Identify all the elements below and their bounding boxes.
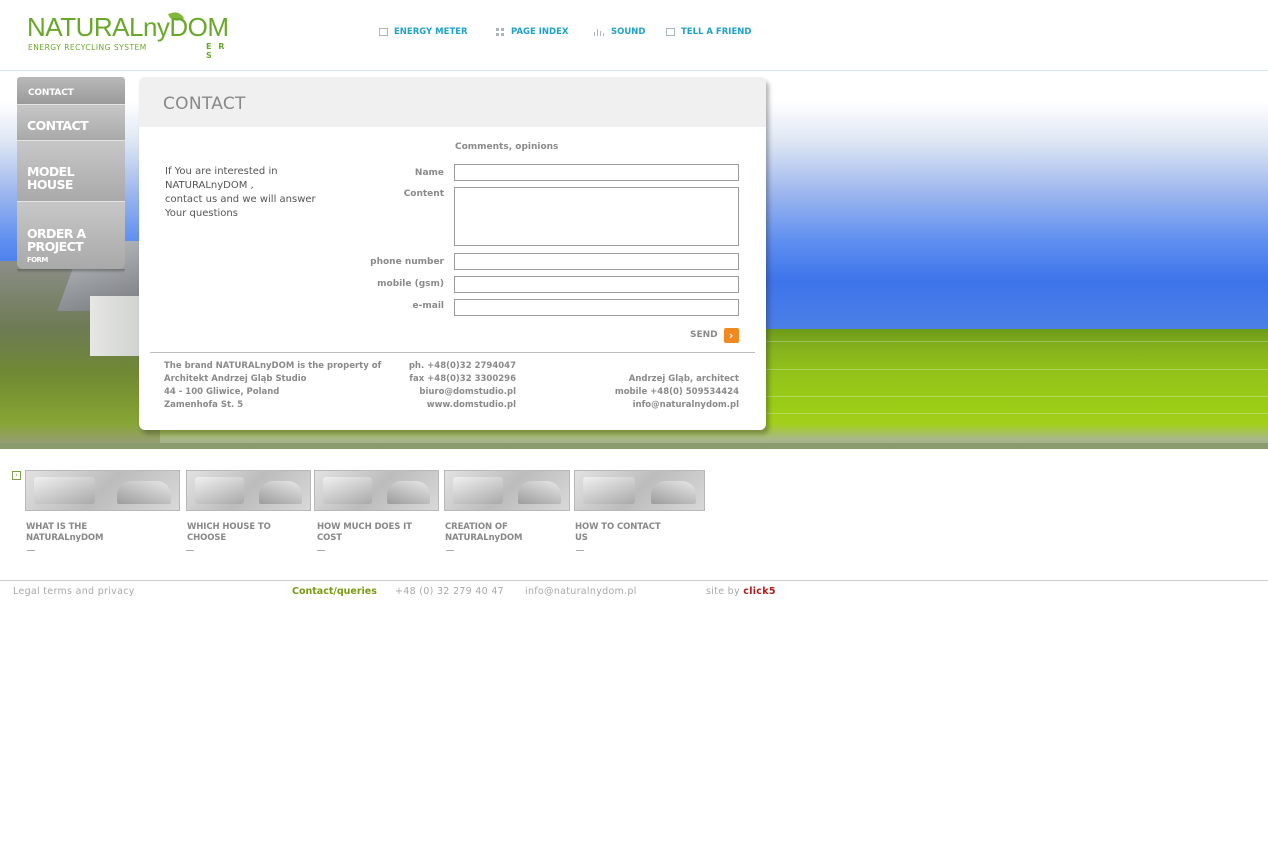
thumb-label: CREATION OF NATURALnyDOM — [445, 522, 523, 543]
logo-subtitle: ENERGY RECYCLING SYSTEM — [28, 43, 147, 52]
form-caption: Comments, opinions — [455, 142, 559, 152]
contact-queries-link[interactable]: Contact/queries — [292, 586, 377, 597]
site-by: site by click5 — [706, 586, 776, 597]
contact-panel-header: CONTACT — [139, 77, 766, 127]
content-label: Content — [403, 189, 444, 199]
legal-link[interactable]: Legal terms and privacy — [13, 586, 135, 597]
thumb-image — [314, 470, 439, 511]
page-index-icon — [496, 28, 505, 36]
side-menu-order-project-label: ORDER A PROJECT — [27, 226, 86, 254]
thumb-label: WHICH HOUSE TO CHOOSE — [187, 522, 271, 543]
thumb-how-to-contact[interactable]: HOW TO CONTACT US — [574, 470, 705, 551]
footer-email-link[interactable]: info@naturalnydom.pl — [525, 586, 637, 597]
thumb-which-house[interactable]: WHICH HOUSE TO CHOOSE — [186, 470, 311, 551]
content-textarea[interactable] — [454, 187, 739, 246]
bullet-icon: › — [12, 471, 21, 480]
thumb-dash — [186, 550, 194, 551]
site-by-label: site by — [706, 586, 740, 597]
panel-divider — [150, 352, 755, 353]
thumb-image — [444, 470, 570, 511]
side-menu-model-house-label: MODEL HOUSE — [27, 164, 75, 192]
office-info: ph. +48(0)32 2794047 fax +48(0)32 330029… — [408, 361, 516, 410]
page-title: CONTACT — [163, 94, 246, 114]
nav-tell-a-friend[interactable]: TELL A FRIEND — [666, 25, 751, 39]
nav-sound[interactable]: SOUND — [594, 25, 645, 39]
email-field[interactable] — [454, 299, 739, 316]
thumb-creation[interactable]: CREATION OF NATURALnyDOM — [444, 470, 570, 551]
thumb-dash — [317, 550, 325, 551]
thumb-dash — [446, 550, 454, 551]
mobile-field[interactable] — [454, 276, 739, 293]
thumb-image — [186, 470, 311, 511]
thumb-how-much[interactable]: HOW MUCH DOES IT COST — [314, 470, 439, 551]
thumb-dash — [576, 550, 584, 551]
arrow-right-icon: › — [723, 327, 739, 343]
thumb-dash — [27, 550, 35, 551]
phone-field[interactable] — [454, 253, 739, 270]
side-menu-header-label: CONTACT — [28, 88, 74, 98]
contact-panel: CONTACT If You are interested in NATURAL… — [139, 77, 766, 430]
side-menu-contact-label: CONTACT — [27, 118, 89, 133]
name-field[interactable] — [454, 164, 739, 181]
side-menu-header: CONTACT — [17, 77, 125, 104]
send-button[interactable]: SEND › — [690, 327, 739, 343]
logo[interactable]: NATURALnyDOM ENERGY RECYCLING SYSTEM E R… — [27, 10, 237, 60]
brand-info: The brand NATURALnyDOM is the property o… — [164, 361, 382, 410]
phone-label: phone number — [370, 257, 444, 267]
thumb-what-is[interactable]: WHAT IS THE NATURALnyDOM — [25, 470, 180, 551]
side-menu-shadow — [17, 269, 125, 273]
architect-info: Andrzej Gląb, architect mobile +48(0) 50… — [614, 374, 739, 410]
footer-phone: +48 (0) 32 279 40 47 — [395, 586, 505, 597]
thumb-label: HOW MUCH DOES IT COST — [317, 522, 412, 543]
nav-page-index[interactable]: PAGE INDEX — [496, 25, 568, 39]
mobile-label: mobile (gsm) — [377, 279, 444, 289]
click5-link[interactable]: click5 — [743, 586, 776, 597]
ground-band — [0, 443, 1268, 449]
sound-icon — [594, 28, 605, 36]
thumb-label: HOW TO CONTACT US — [575, 522, 661, 543]
thumb-label: WHAT IS THE NATURALnyDOM — [26, 522, 104, 543]
send-label: SEND — [690, 330, 718, 340]
name-label: Name — [414, 168, 444, 178]
side-menu: CONTACT CONTACT MODEL HOUSE ORDER A PROJ… — [17, 77, 125, 273]
side-menu-model-house[interactable]: MODEL HOUSE — [17, 140, 125, 201]
energy-meter-icon — [379, 28, 388, 36]
tell-a-friend-icon — [666, 28, 675, 36]
thumb-image — [25, 470, 180, 511]
email-label: e-mail — [412, 301, 444, 311]
logo-suffix: E R S — [206, 42, 227, 60]
side-menu-order-project[interactable]: ORDER A PROJECT FORM — [17, 201, 125, 269]
side-menu-contact[interactable]: CONTACT — [17, 104, 125, 140]
logo-wordmark: NATURALnyDOM — [27, 12, 229, 42]
side-menu-order-project-sub: FORM — [27, 256, 48, 264]
nav-energy-meter[interactable]: ENERGY METER — [379, 25, 468, 39]
footer-divider — [0, 580, 1268, 581]
thumb-image — [574, 470, 705, 511]
